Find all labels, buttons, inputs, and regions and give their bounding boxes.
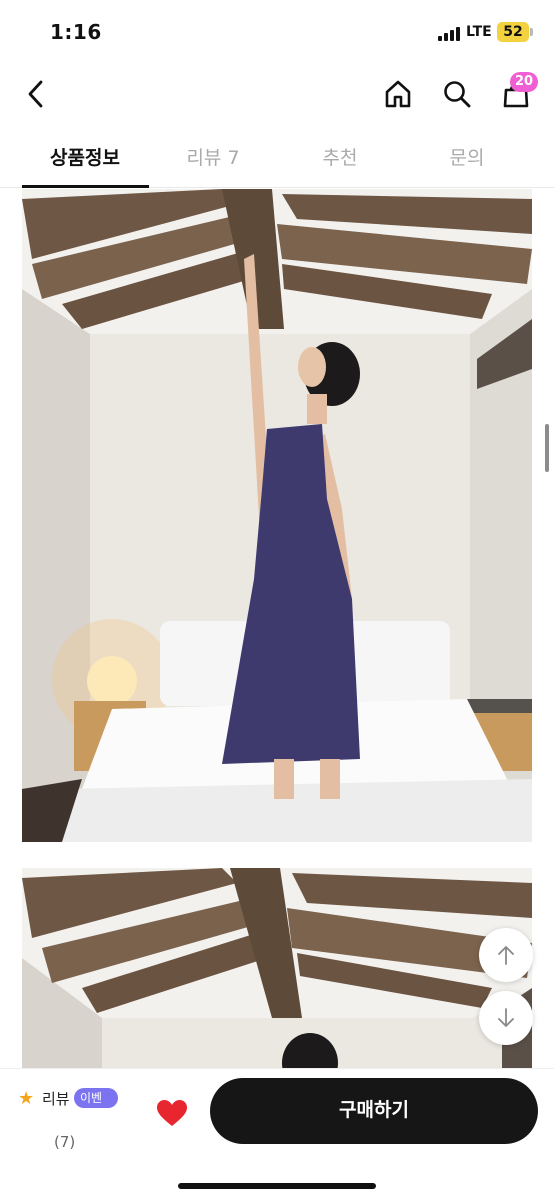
active-tab-indicator: [22, 185, 149, 188]
scroll-up-button[interactable]: [479, 928, 533, 982]
battery-icon: 52: [497, 22, 529, 42]
wishlist-button[interactable]: [150, 1091, 194, 1135]
review-label: 리뷰: [42, 1090, 70, 1108]
battery-tip: [530, 28, 533, 36]
tab-reviews[interactable]: 리뷰 7: [150, 130, 276, 188]
review-count: (7): [54, 1133, 76, 1151]
network-label: LTE: [466, 24, 492, 40]
star-icon: ★: [18, 1088, 35, 1109]
bottom-action-bar: ★ 리뷰 이벤트 (7) 구매하기: [0, 1068, 554, 1200]
cart-count-badge: 20: [510, 72, 538, 92]
product-image: [22, 189, 532, 842]
scroll-down-button[interactable]: [479, 991, 533, 1045]
status-bar: 1:16 LTE 52: [0, 0, 554, 62]
heart-icon: [157, 1100, 187, 1126]
signal-icon: [438, 26, 462, 41]
home-button[interactable]: [378, 74, 418, 114]
product-tabs: 상품정보 리뷰 7 추천 문의: [0, 130, 554, 188]
arrow-up-icon: [498, 946, 514, 965]
home-icon: [385, 80, 411, 108]
tab-recommend[interactable]: 추천: [277, 130, 403, 188]
scrollbar[interactable]: [545, 424, 549, 472]
review-summary[interactable]: ★ 리뷰 이벤트 (7): [18, 1087, 118, 1151]
search-button[interactable]: [437, 74, 477, 114]
status-time: 1:16: [50, 20, 102, 44]
product-image: [22, 868, 532, 1068]
event-badge: 이벤트: [74, 1088, 118, 1125]
tab-product-info[interactable]: 상품정보: [22, 130, 148, 188]
chevron-left-icon: [28, 80, 43, 108]
back-button[interactable]: [16, 74, 56, 114]
search-icon: [444, 81, 471, 108]
buy-button[interactable]: 구매하기: [210, 1078, 538, 1144]
arrow-down-icon: [498, 1008, 514, 1027]
home-indicator: [178, 1183, 376, 1189]
top-nav: [0, 62, 554, 126]
tab-inquiry[interactable]: 문의: [404, 130, 530, 188]
